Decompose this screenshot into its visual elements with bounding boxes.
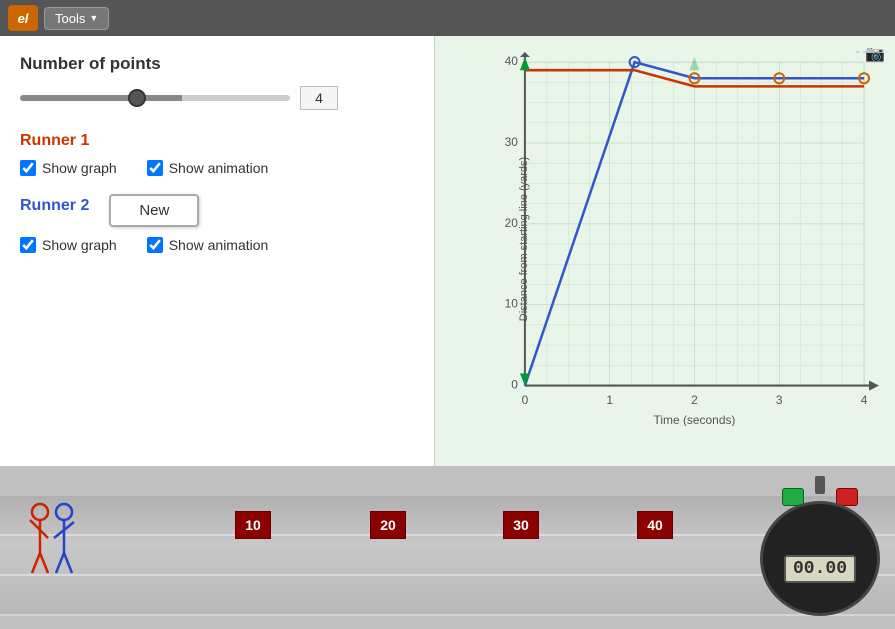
stopwatch-display: 00.00 (784, 555, 856, 583)
bottom-track: 10 20 30 40 00.00 (0, 466, 895, 629)
runner1-show-animation-label: Show animation (169, 160, 269, 176)
yard-marker-30: 30 (503, 511, 539, 539)
svg-text:40: 40 (505, 54, 519, 68)
runner1-show-graph-item[interactable]: Show graph (20, 160, 117, 176)
graph-panel: - - 📷 Distance from starting line (yards… (435, 36, 895, 466)
runner2-controls: Show graph Show animation (20, 237, 414, 253)
runner1-show-animation-checkbox[interactable] (147, 160, 163, 176)
runner1-show-graph-label: Show graph (42, 160, 117, 176)
logo: el (8, 5, 38, 31)
runner2-show-graph-checkbox[interactable] (20, 237, 36, 253)
svg-text:10: 10 (505, 297, 519, 311)
graph-area: Distance from starting line (yards) (490, 52, 879, 426)
svg-text:2: 2 (691, 393, 698, 407)
svg-text:20: 20 (505, 216, 519, 230)
runner2-show-animation-checkbox[interactable] (147, 237, 163, 253)
runner1-controls: Show graph Show animation (20, 160, 414, 176)
runner2-top-row: Runner 2 New (20, 194, 414, 227)
runner2-show-animation-item[interactable]: Show animation (147, 237, 269, 253)
svg-text:Time (seconds): Time (seconds) (654, 413, 736, 426)
num-points-slider[interactable] (20, 95, 290, 101)
slider-row: 4 (20, 86, 414, 110)
y-axis-label: Distance from starting line (yards) (518, 157, 530, 321)
runner1-show-animation-item[interactable]: Show animation (147, 160, 269, 176)
runner2-show-animation-label: Show animation (169, 237, 269, 253)
yard-marker-10: 10 (235, 511, 271, 539)
svg-text:30: 30 (505, 135, 519, 149)
graph-svg: 0 10 20 30 40 0 1 2 3 4 Time (seconds) (490, 52, 879, 426)
runner1-show-graph-checkbox[interactable] (20, 160, 36, 176)
header: el Tools (0, 0, 895, 36)
slider-value-display: 4 (300, 86, 338, 110)
num-points-label: Number of points (20, 54, 414, 74)
runner2-show-graph-label: Show graph (42, 237, 117, 253)
left-panel: Number of points 4 Runner 1 Show graph S… (0, 36, 435, 466)
svg-text:3: 3 (776, 393, 783, 407)
runner-figures-svg (28, 498, 88, 608)
runner2-section: Runner 2 New Show graph Show animation (20, 194, 414, 253)
stopwatch: 00.00 (760, 476, 880, 616)
svg-text:1: 1 (606, 393, 613, 407)
svg-text:0: 0 (522, 393, 529, 407)
runner2-label: Runner 2 (20, 197, 89, 215)
main-area: Number of points 4 Runner 1 Show graph S… (0, 36, 895, 466)
yard-marker-40: 40 (637, 511, 673, 539)
new-button[interactable]: New (109, 194, 199, 227)
runner2-show-graph-item[interactable]: Show graph (20, 237, 117, 253)
runner1-section: Runner 1 Show graph Show animation (20, 132, 414, 176)
svg-text:0: 0 (511, 378, 518, 392)
yard-marker-20: 20 (370, 511, 406, 539)
svg-text:4: 4 (861, 393, 868, 407)
stopwatch-crown (815, 476, 825, 494)
runner1-label: Runner 1 (20, 132, 414, 150)
tools-button[interactable]: Tools (44, 7, 109, 30)
